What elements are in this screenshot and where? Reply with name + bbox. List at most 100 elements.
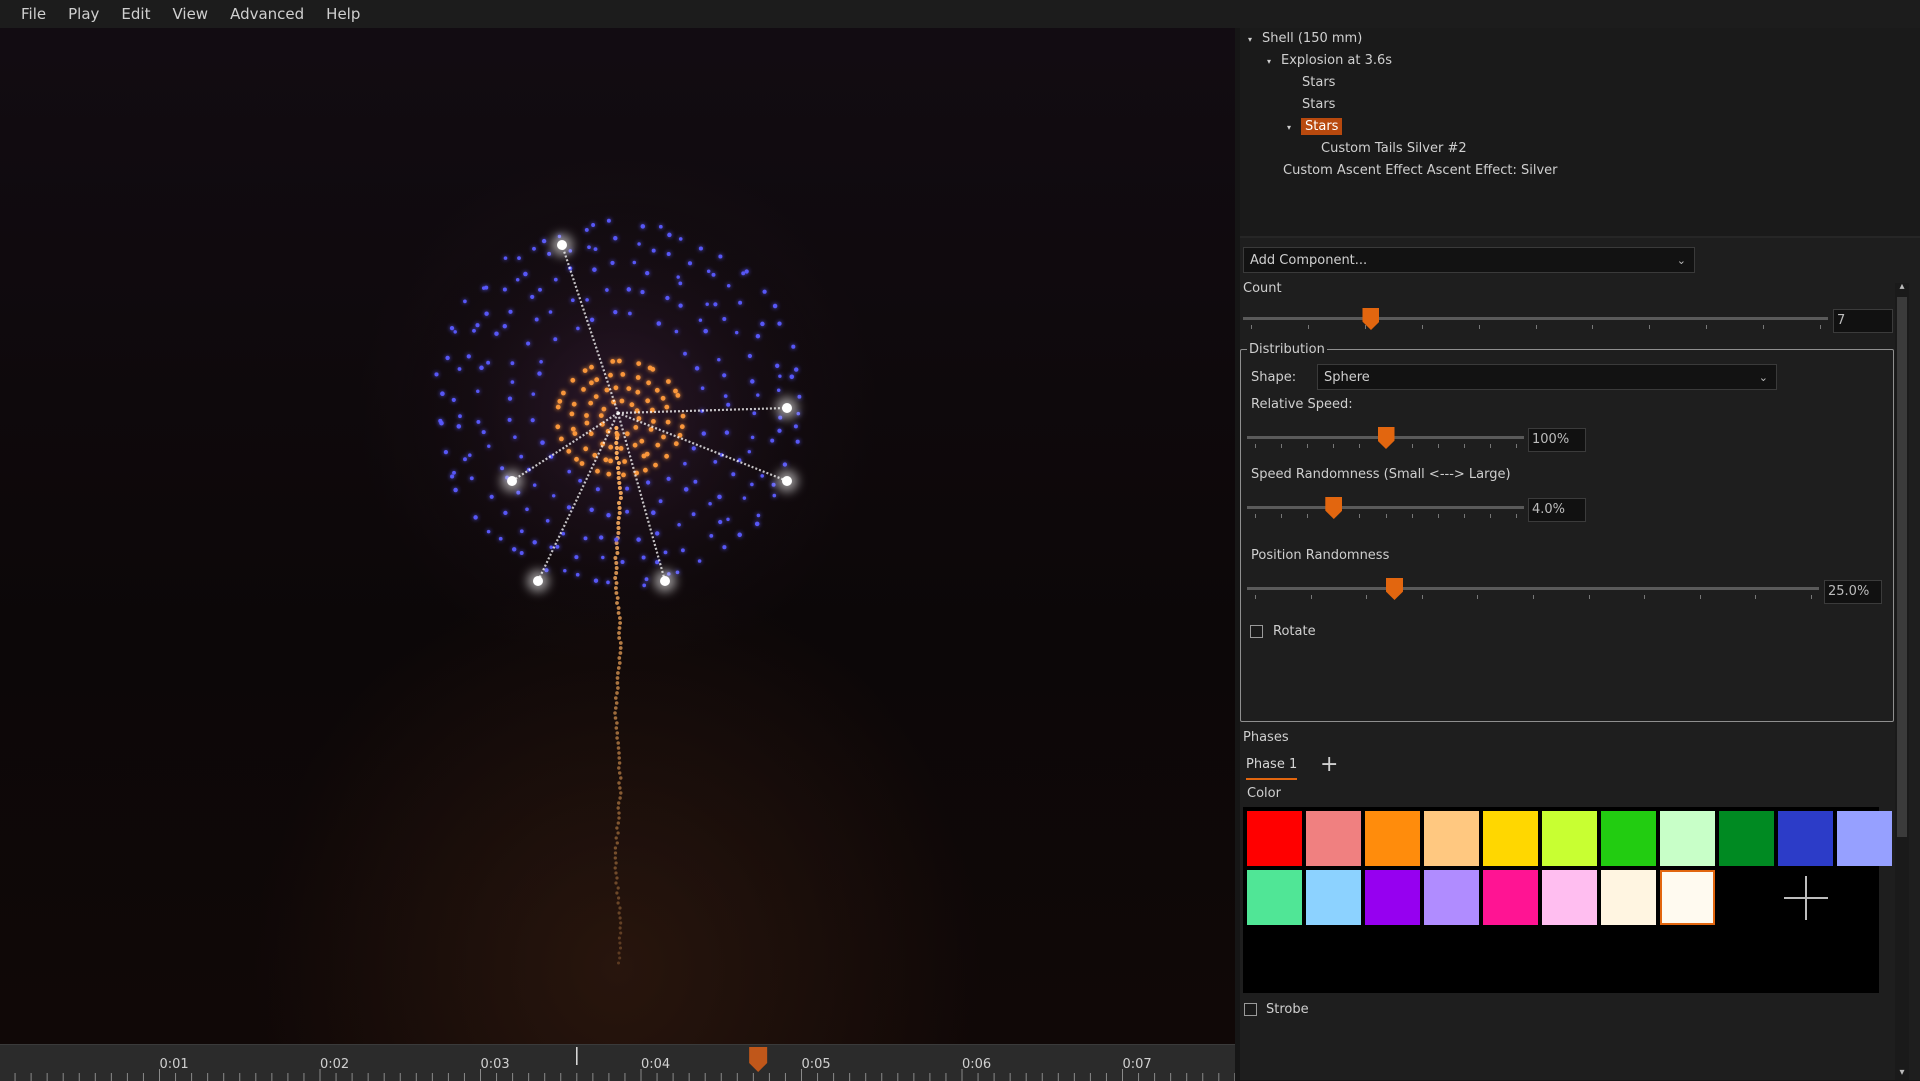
slider-tick xyxy=(1281,444,1282,448)
speed-randomness-slider[interactable] xyxy=(1247,496,1524,524)
tab-phase-1[interactable]: Phase 1 xyxy=(1246,757,1298,780)
slider-tick xyxy=(1755,595,1756,599)
tree-node-label: Shell (150 mm) xyxy=(1262,31,1363,46)
tree-node-shell[interactable]: ▾ Shell (150 mm) xyxy=(1248,29,1362,49)
slider-ticks xyxy=(1247,595,1819,599)
slider-tick xyxy=(1359,514,1360,518)
strobe-checkbox[interactable] xyxy=(1244,1003,1257,1016)
tree-node-stars-selected[interactable]: ▾ Stars xyxy=(1287,117,1343,138)
relative-speed-value-field[interactable]: 100% xyxy=(1528,428,1586,452)
color-swatch[interactable] xyxy=(1247,870,1302,925)
slider-tick xyxy=(1516,514,1517,518)
color-swatch[interactable] xyxy=(1306,870,1361,925)
tree-node-label: Stars xyxy=(1302,97,1336,112)
add-color-button[interactable] xyxy=(1778,870,1834,926)
color-swatch[interactable] xyxy=(1837,811,1892,866)
tree-node-label: Stars xyxy=(1301,118,1343,135)
add-phase-button[interactable]: + xyxy=(1320,752,1338,777)
tree-node-custom-tails[interactable]: Custom Tails Silver #2 xyxy=(1321,139,1467,159)
color-swatch[interactable] xyxy=(1424,811,1479,866)
tree-node-ascent-effect[interactable]: Custom Ascent Effect Ascent Effect: Silv… xyxy=(1283,161,1557,181)
tree-node-label: Custom Ascent Effect Ascent Effect: Silv… xyxy=(1283,163,1558,178)
timeline-scale: 0:01 0:02 0:03 0:04 0:05 0:06 0:07 xyxy=(14,1047,1235,1081)
slider-ticks xyxy=(1247,514,1524,518)
color-swatch-palette xyxy=(1243,807,1892,993)
tree-node-label: Stars xyxy=(1302,75,1336,90)
panel-scrollbar[interactable]: ▴ ▾ xyxy=(1895,281,1909,1080)
expand-arrow-icon[interactable]: ▾ xyxy=(1287,118,1301,138)
timeline-label: 0:04 xyxy=(641,1057,670,1072)
menu-edit[interactable]: Edit xyxy=(110,0,161,28)
slider-track xyxy=(1247,506,1524,509)
slider-tick xyxy=(1281,514,1282,518)
strobe-label: Strobe xyxy=(1266,1002,1309,1017)
scrollbar-thumb[interactable] xyxy=(1897,297,1907,837)
slider-tick xyxy=(1438,444,1439,448)
tree-node-stars[interactable]: Stars xyxy=(1302,95,1335,115)
color-swatch[interactable] xyxy=(1719,811,1774,866)
slider-tick xyxy=(1412,444,1413,448)
color-swatch[interactable] xyxy=(1365,870,1420,925)
color-swatch[interactable] xyxy=(1660,870,1715,925)
slider-track xyxy=(1247,587,1819,590)
expand-arrow-icon[interactable]: ▾ xyxy=(1267,52,1281,72)
color-swatch[interactable] xyxy=(1424,870,1479,925)
color-swatch[interactable] xyxy=(1483,811,1538,866)
distribution-title: Distribution xyxy=(1247,342,1327,357)
color-swatch[interactable] xyxy=(1601,811,1656,866)
menu-file[interactable]: File xyxy=(10,0,57,28)
slider-tick xyxy=(1422,595,1423,599)
timeline[interactable]: 0:01 0:02 0:03 0:04 0:05 0:06 0:07 xyxy=(0,1044,1235,1081)
menu-advanced[interactable]: Advanced xyxy=(219,0,315,28)
scroll-down-arrow-icon[interactable]: ▾ xyxy=(1895,1067,1909,1078)
color-swatch[interactable] xyxy=(1542,811,1597,866)
color-swatch[interactable] xyxy=(1778,811,1833,866)
slider-tick xyxy=(1412,514,1413,518)
tree-node-stars[interactable]: Stars xyxy=(1302,73,1335,93)
firework-preview-viewport[interactable] xyxy=(0,28,1235,1044)
color-swatch[interactable] xyxy=(1601,870,1656,925)
count-slider[interactable] xyxy=(1243,307,1828,335)
slider-tick xyxy=(1365,325,1366,329)
slider-tick xyxy=(1479,325,1480,329)
color-swatch[interactable] xyxy=(1365,811,1420,866)
position-randomness-slider[interactable] xyxy=(1247,577,1819,605)
slider-tick xyxy=(1763,325,1764,329)
expand-arrow-icon[interactable]: ▾ xyxy=(1248,30,1262,50)
position-randomness-value-field[interactable]: 25.0% xyxy=(1824,580,1882,604)
count-value-field[interactable]: 7 xyxy=(1833,309,1893,333)
position-randomness-label: Position Randomness xyxy=(1251,548,1390,563)
slider-tick xyxy=(1307,444,1308,448)
menu-bar: File Play Edit View Advanced Help xyxy=(0,0,1920,28)
color-swatch[interactable] xyxy=(1542,870,1597,925)
slider-tick xyxy=(1307,514,1308,518)
speed-randomness-value-field[interactable]: 4.0% xyxy=(1528,498,1586,522)
slider-tick xyxy=(1700,595,1701,599)
add-component-dropdown[interactable]: Add Component... ⌄ xyxy=(1243,247,1695,273)
rotate-checkbox[interactable] xyxy=(1250,625,1263,638)
color-swatch[interactable] xyxy=(1247,811,1302,866)
color-label: Color xyxy=(1247,786,1281,801)
menu-play[interactable]: Play xyxy=(57,0,110,28)
slider-track xyxy=(1243,317,1828,320)
slider-tick xyxy=(1359,444,1360,448)
shape-dropdown[interactable]: Sphere ⌄ xyxy=(1317,364,1777,390)
color-swatch[interactable] xyxy=(1483,870,1538,925)
slider-tick xyxy=(1255,514,1256,518)
relative-speed-slider[interactable] xyxy=(1247,426,1524,454)
tree-node-explosion[interactable]: ▾ Explosion at 3.6s xyxy=(1267,51,1392,71)
scroll-up-arrow-icon[interactable]: ▴ xyxy=(1895,281,1909,292)
speed-randomness-label: Speed Randomness (Small <---> Large) xyxy=(1251,467,1511,482)
timeline-label: 0:07 xyxy=(1123,1057,1152,1072)
rotate-label: Rotate xyxy=(1273,624,1316,639)
slider-tick xyxy=(1536,325,1537,329)
slider-ticks xyxy=(1243,325,1828,329)
slider-tick xyxy=(1386,514,1387,518)
color-swatch[interactable] xyxy=(1306,811,1361,866)
menu-view[interactable]: View xyxy=(161,0,219,28)
slider-tick xyxy=(1438,514,1439,518)
slider-tick xyxy=(1589,595,1590,599)
slider-tick xyxy=(1644,595,1645,599)
menu-help[interactable]: Help xyxy=(315,0,371,28)
color-swatch[interactable] xyxy=(1660,811,1715,866)
